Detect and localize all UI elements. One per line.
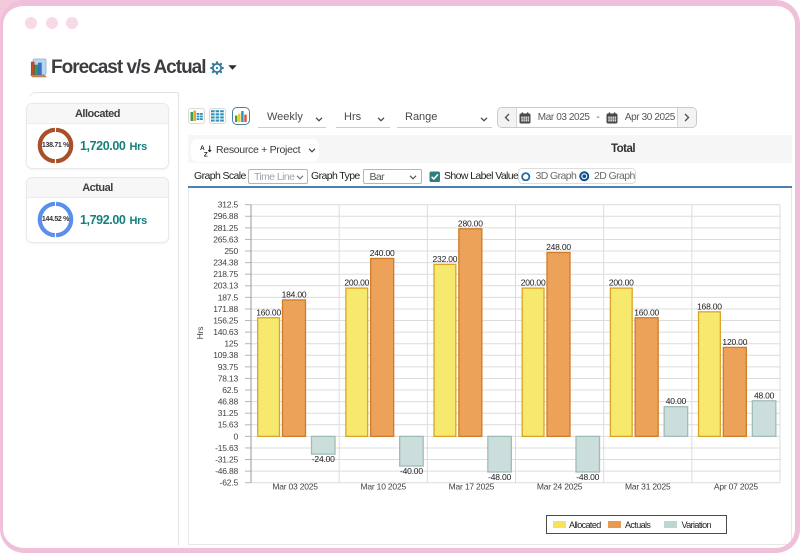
svg-text:160.00: 160.00: [634, 307, 659, 317]
svg-text:Mar 03 2025: Mar 03 2025: [272, 482, 318, 492]
svg-text:-40.00: -40.00: [400, 466, 423, 476]
svg-text:218.75: 218.75: [213, 269, 238, 279]
svg-text:200.00: 200.00: [609, 278, 634, 288]
svg-text:265.63: 265.63: [213, 234, 238, 244]
svg-text:234.38: 234.38: [213, 258, 238, 268]
svg-text:248.00: 248.00: [546, 242, 571, 252]
svg-text:0: 0: [233, 431, 238, 441]
svg-text:46.88: 46.88: [218, 397, 239, 407]
svg-text:62.5: 62.5: [222, 385, 238, 395]
svg-text:125: 125: [224, 339, 238, 349]
svg-text:Mar 17 2025: Mar 17 2025: [449, 482, 495, 492]
svg-text:-24.00: -24.00: [312, 454, 335, 464]
svg-text:156.25: 156.25: [213, 315, 238, 325]
svg-text:281.25: 281.25: [213, 223, 238, 233]
svg-text:140.63: 140.63: [213, 327, 238, 337]
svg-text:31.25: 31.25: [218, 408, 239, 418]
svg-text:200.00: 200.00: [344, 278, 369, 288]
svg-text:93.75: 93.75: [218, 362, 239, 372]
svg-text:Mar 10 2025: Mar 10 2025: [360, 482, 406, 492]
svg-text:109.38: 109.38: [213, 350, 238, 360]
svg-text:200.00: 200.00: [521, 278, 546, 288]
svg-text:250: 250: [224, 246, 238, 256]
svg-text:Mar 31 2025: Mar 31 2025: [625, 482, 671, 492]
svg-text:160.00: 160.00: [256, 307, 281, 317]
svg-text:187.5: 187.5: [218, 292, 239, 302]
svg-text:Apr 07 2025: Apr 07 2025: [714, 482, 759, 492]
svg-text:120.00: 120.00: [722, 337, 747, 347]
svg-text:232.00: 232.00: [433, 254, 458, 264]
svg-text:296.88: 296.88: [213, 211, 238, 221]
svg-text:312.5: 312.5: [218, 200, 239, 210]
svg-text:-48.00: -48.00: [576, 472, 599, 482]
svg-text:15.63: 15.63: [218, 420, 239, 430]
svg-text:-31.25: -31.25: [215, 454, 238, 464]
svg-text:-46.88: -46.88: [215, 466, 238, 476]
svg-text:-48.00: -48.00: [488, 472, 511, 482]
svg-text:280.00: 280.00: [458, 218, 483, 228]
svg-text:184.00: 184.00: [282, 289, 307, 299]
svg-text:Hrs: Hrs: [195, 327, 205, 340]
svg-text:Mar 24 2025: Mar 24 2025: [537, 482, 583, 492]
svg-text:-62.5: -62.5: [220, 478, 239, 488]
svg-text:171.88: 171.88: [213, 304, 238, 314]
svg-text:168.00: 168.00: [697, 301, 722, 311]
svg-text:240.00: 240.00: [370, 248, 395, 258]
svg-text:40.00: 40.00: [666, 396, 687, 406]
svg-text:78.13: 78.13: [218, 373, 239, 383]
svg-text:Z: Z: [204, 151, 208, 156]
svg-text:48.00: 48.00: [754, 390, 775, 400]
svg-text:203.13: 203.13: [213, 281, 238, 291]
svg-text:-15.63: -15.63: [215, 443, 238, 453]
